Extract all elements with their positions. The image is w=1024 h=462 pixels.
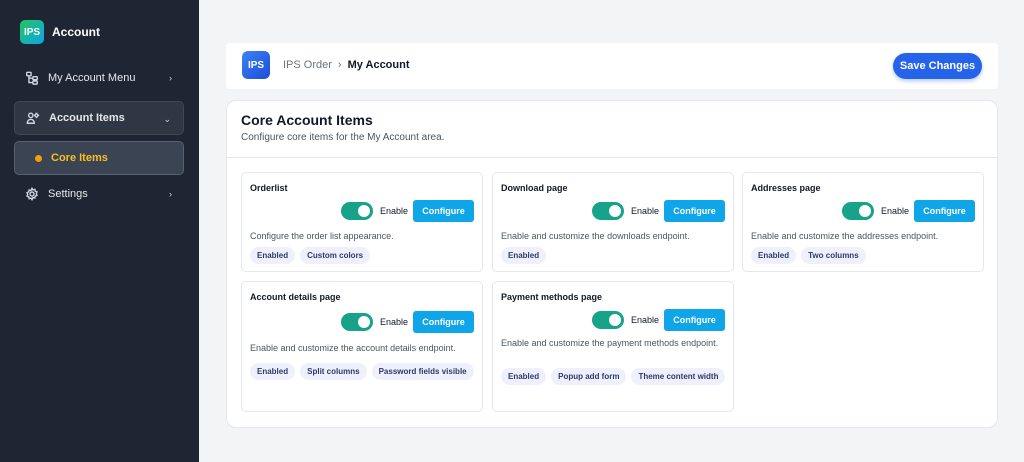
card-title: Orderlist [250, 183, 288, 193]
page-header: IPS IPS Order › My Account Save Changes [226, 43, 998, 89]
breadcrumb-root[interactable]: IPS Order [283, 59, 332, 71]
status-badge: Custom colors [300, 247, 371, 264]
brand-logo: IPS [20, 20, 44, 44]
card-description: Enable and customize the addresses endpo… [751, 231, 939, 241]
enable-label: Enable [630, 315, 659, 325]
breadcrumb-current: My Account [347, 59, 410, 71]
panel-subtitle: Configure core items for the My Account … [241, 132, 445, 143]
card-controls: Enable Configure [841, 200, 975, 222]
status-badge: Enabled [250, 363, 296, 380]
user-gear-icon [25, 110, 41, 126]
sitemap-icon [24, 70, 40, 86]
enable-toggle[interactable] [591, 311, 624, 329]
card-badges: Enabled Split columns Password fields vi… [250, 363, 480, 380]
breadcrumb: IPS Order › My Account [283, 59, 410, 71]
sidebar-item-label: Core Items [51, 152, 108, 164]
configure-button[interactable]: Configure [413, 311, 474, 333]
status-badge: Two columns [801, 247, 866, 264]
brand-name: Account [52, 25, 100, 39]
sidebar-item-label: Settings [48, 188, 88, 200]
card-title: Addresses page [751, 183, 821, 193]
breadcrumb-separator: › [337, 59, 342, 71]
panel-title: Core Account Items [241, 112, 373, 128]
status-badge: Password fields visible [371, 363, 474, 380]
sidebar: IPS Account My Account Menu › Account It… [0, 0, 199, 462]
sidebar-item-core-items[interactable]: Core Items [14, 141, 184, 175]
card-download-page: Download page Enable Configure Enable an… [492, 172, 734, 272]
chevron-right-icon: › [169, 73, 172, 83]
chevron-right-icon: › [169, 189, 172, 199]
card-badges: Enabled Two columns [751, 247, 981, 264]
save-changes-button[interactable]: Save Changes [893, 53, 982, 79]
sidebar-item-account-items[interactable]: Account Items ⌄ [14, 101, 184, 135]
card-orderlist: Orderlist Enable Configure Configure the… [241, 172, 483, 272]
status-badge: Theme content width [631, 368, 726, 385]
sidebar-item-settings[interactable]: Settings › [14, 177, 184, 211]
card-controls: Enable Configure [340, 200, 474, 222]
status-badge: Enabled [501, 368, 547, 385]
gear-icon [24, 186, 40, 202]
card-account-details-page: Account details page Enable Configure En… [241, 281, 483, 412]
configure-button[interactable]: Configure [664, 200, 725, 222]
card-badges: Enabled Popup add form Theme content wid… [501, 368, 731, 385]
app-logo: IPS [242, 51, 270, 79]
card-controls: Enable Configure [340, 311, 474, 333]
status-badge: Popup add form [551, 368, 627, 385]
sidebar-item-my-account-menu[interactable]: My Account Menu › [14, 61, 184, 95]
enable-toggle[interactable] [841, 202, 874, 220]
card-controls: Enable Configure [591, 200, 725, 222]
status-badge: Enabled [751, 247, 797, 264]
core-items-panel: Core Account Items Configure core items … [226, 100, 998, 428]
sidebar-brand: IPS Account [20, 20, 100, 44]
enable-label: Enable [630, 206, 659, 216]
card-description: Enable and customize the account details… [250, 343, 456, 353]
sidebar-item-label: My Account Menu [48, 72, 136, 84]
active-dot [35, 154, 42, 162]
sidebar-item-label: Account Items [49, 112, 125, 124]
card-description: Enable and customize the payment methods… [501, 338, 719, 348]
enable-toggle[interactable] [340, 313, 373, 331]
status-badge: Enabled [501, 247, 547, 264]
enable-toggle[interactable] [340, 202, 373, 220]
card-addresses-page: Addresses page Enable Configure Enable a… [742, 172, 984, 272]
card-controls: Enable Configure [591, 309, 725, 331]
status-badge: Enabled [250, 247, 296, 264]
configure-button[interactable]: Configure [413, 200, 474, 222]
card-title: Payment methods page [501, 292, 603, 302]
card-title: Account details page [250, 292, 341, 302]
card-title: Download page [501, 183, 568, 193]
card-description: Enable and customize the downloads endpo… [501, 231, 690, 241]
enable-label: Enable [880, 206, 909, 216]
card-payment-methods-page: Payment methods page Enable Configure En… [492, 281, 734, 412]
enable-toggle[interactable] [591, 202, 624, 220]
enable-label: Enable [379, 317, 408, 327]
card-badges: Enabled Custom colors [250, 247, 480, 264]
divider [227, 157, 997, 158]
enable-label: Enable [379, 206, 408, 216]
configure-button[interactable]: Configure [664, 309, 725, 331]
card-badges: Enabled [501, 247, 731, 264]
status-badge: Split columns [300, 363, 367, 380]
configure-button[interactable]: Configure [914, 200, 975, 222]
chevron-down-icon: ⌄ [163, 114, 171, 124]
card-description: Configure the order list appearance. [250, 231, 394, 241]
